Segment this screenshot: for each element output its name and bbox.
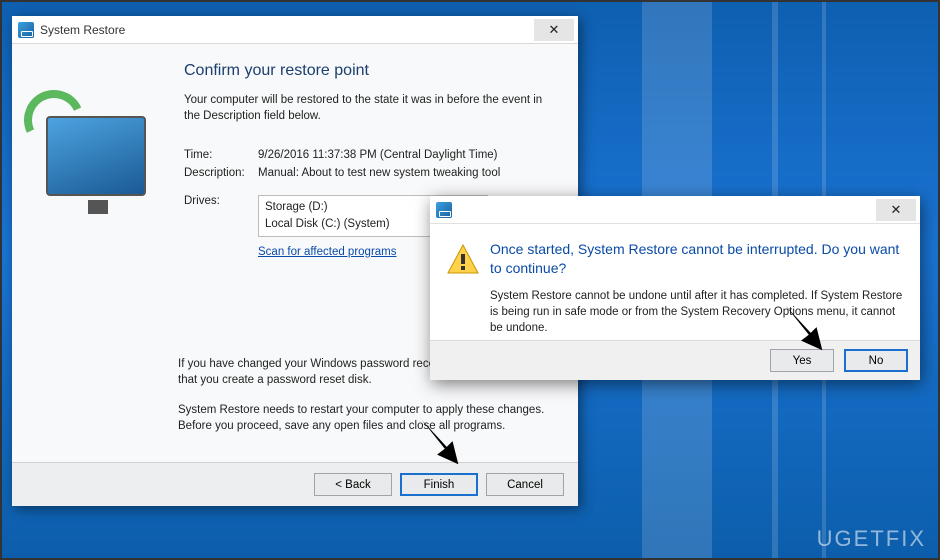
warning-icon (446, 243, 480, 277)
finish-button[interactable]: Finish (400, 473, 478, 496)
dialog-footer: Yes No (430, 340, 920, 380)
dialog-message: System Restore cannot be undone until af… (490, 288, 904, 336)
no-button[interactable]: No (844, 349, 908, 372)
close-icon[interactable]: ✕ (876, 199, 916, 221)
drives-label: Drives: (184, 192, 258, 239)
scan-affected-link[interactable]: Scan for affected programs (258, 246, 397, 258)
watermark: UGETFIX (817, 526, 926, 552)
close-icon[interactable]: ✕ (534, 19, 574, 41)
system-restore-icon (436, 202, 452, 218)
restore-graphic (34, 98, 154, 218)
yes-button[interactable]: Yes (770, 349, 834, 372)
window-title: System Restore (40, 23, 534, 37)
time-value: 9/26/2016 11:37:38 PM (Central Daylight … (258, 146, 510, 164)
dialog-body: Once started, System Restore cannot be i… (430, 224, 920, 344)
restart-note: System Restore needs to restart your com… (178, 402, 554, 434)
dialog-titlebar[interactable]: ✕ (430, 196, 920, 224)
description-value: Manual: About to test new system tweakin… (258, 164, 510, 182)
page-heading: Confirm your restore point (184, 62, 556, 80)
cancel-button[interactable]: Cancel (486, 473, 564, 496)
description-label: Description: (184, 164, 258, 182)
page-subtext: Your computer will be restored to the st… (184, 92, 544, 124)
time-label: Time: (184, 146, 258, 164)
system-restore-icon (18, 22, 34, 38)
back-button[interactable]: < Back (314, 473, 392, 496)
dialog-heading: Once started, System Restore cannot be i… (490, 240, 904, 278)
wizard-footer: < Back Finish Cancel (12, 462, 578, 506)
confirm-dialog: ✕ Once started, System Restore cannot be… (430, 196, 920, 380)
titlebar[interactable]: System Restore ✕ (12, 16, 578, 44)
